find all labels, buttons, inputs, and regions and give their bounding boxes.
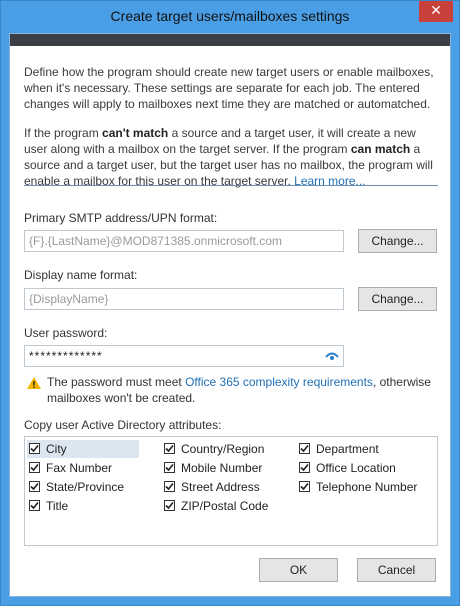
smtp-format-field[interactable]: {F}.{LastName}@MOD871385.onmicrosoft.com xyxy=(24,230,344,252)
attr-fax-number[interactable]: Fax Number xyxy=(27,459,139,477)
warning-icon xyxy=(27,376,41,389)
attr-state-province[interactable]: State/Province xyxy=(27,478,139,496)
checkbox[interactable] xyxy=(29,443,40,454)
cancel-button[interactable]: Cancel xyxy=(357,558,436,582)
description-para-2: If the program can't match a source and … xyxy=(24,125,440,189)
attributes-label: Copy user Active Directory attributes: xyxy=(24,418,222,432)
password-label: User password: xyxy=(24,326,108,340)
smtp-change-button[interactable]: Change... xyxy=(358,229,437,253)
attr-label: Street Address xyxy=(181,480,260,494)
attr-label: Office Location xyxy=(316,461,396,475)
dialog-title: Create target users/mailboxes settings xyxy=(110,8,350,24)
checkbox[interactable] xyxy=(164,481,175,492)
checkbox[interactable] xyxy=(164,443,175,454)
attr-telephone-number[interactable]: Telephone Number xyxy=(297,478,432,496)
checkbox[interactable] xyxy=(299,462,310,473)
password-value: ************* xyxy=(29,349,103,363)
smtp-format-label: Primary SMTP address/UPN format: xyxy=(24,211,218,225)
text: The password must meet xyxy=(47,375,186,389)
checkbox[interactable] xyxy=(164,462,175,473)
attr-label: City xyxy=(46,442,67,456)
display-name-label: Display name format: xyxy=(24,268,138,282)
attr-label: Mobile Number xyxy=(181,461,263,475)
attr-label: Department xyxy=(316,442,379,456)
close-button[interactable]: ✕ xyxy=(419,1,453,22)
attr-label: Telephone Number xyxy=(316,480,418,494)
attr-label: ZIP/Postal Code xyxy=(181,499,269,513)
display-name-field[interactable]: {DisplayName} xyxy=(24,288,344,310)
display-change-button[interactable]: Change... xyxy=(358,287,437,311)
description-para-1: Define how the program should create new… xyxy=(24,65,434,111)
checkbox[interactable] xyxy=(29,462,40,473)
attributes-list: City Fax Number State/Province Title Cou… xyxy=(24,436,438,546)
password-field[interactable]: ************* xyxy=(24,345,344,367)
title-bar[interactable]: Create target users/mailboxes settings ✕ xyxy=(1,1,459,33)
text: If the program xyxy=(24,126,103,140)
eye-icon[interactable] xyxy=(325,350,339,362)
description: Define how the program should create new… xyxy=(24,64,440,202)
checkbox[interactable] xyxy=(29,481,40,492)
attr-label: Title xyxy=(46,499,69,513)
bold-text: can't match xyxy=(102,126,169,140)
attr-department[interactable]: Department xyxy=(297,440,432,458)
ok-button[interactable]: OK xyxy=(259,558,338,582)
dialog-window: Create target users/mailboxes settings ✕… xyxy=(0,0,460,606)
checkbox[interactable] xyxy=(299,443,310,454)
bold-text: can match xyxy=(350,142,411,156)
separator xyxy=(24,185,438,186)
close-icon: ✕ xyxy=(430,3,442,19)
attr-street-address[interactable]: Street Address xyxy=(162,478,287,496)
complexity-link[interactable]: Office 365 complexity requirements xyxy=(185,375,373,389)
attr-title[interactable]: Title xyxy=(27,497,139,515)
attr-office-location[interactable]: Office Location xyxy=(297,459,432,477)
checkbox[interactable] xyxy=(29,500,40,511)
attr-zip-postal-code[interactable]: ZIP/Postal Code xyxy=(162,497,287,515)
checkbox[interactable] xyxy=(164,500,175,511)
attr-label: Fax Number xyxy=(46,461,113,475)
checkbox[interactable] xyxy=(299,481,310,492)
attr-mobile-number[interactable]: Mobile Number xyxy=(162,459,287,477)
attr-country-region[interactable]: Country/Region xyxy=(162,440,287,458)
dialog-body: Define how the program should create new… xyxy=(9,33,451,597)
header-band xyxy=(10,34,450,46)
warning-text: The password must meet Office 365 comple… xyxy=(47,374,437,406)
attr-label: State/Province xyxy=(46,480,125,494)
attr-label: Country/Region xyxy=(181,442,265,456)
attr-city[interactable]: City xyxy=(27,440,139,458)
